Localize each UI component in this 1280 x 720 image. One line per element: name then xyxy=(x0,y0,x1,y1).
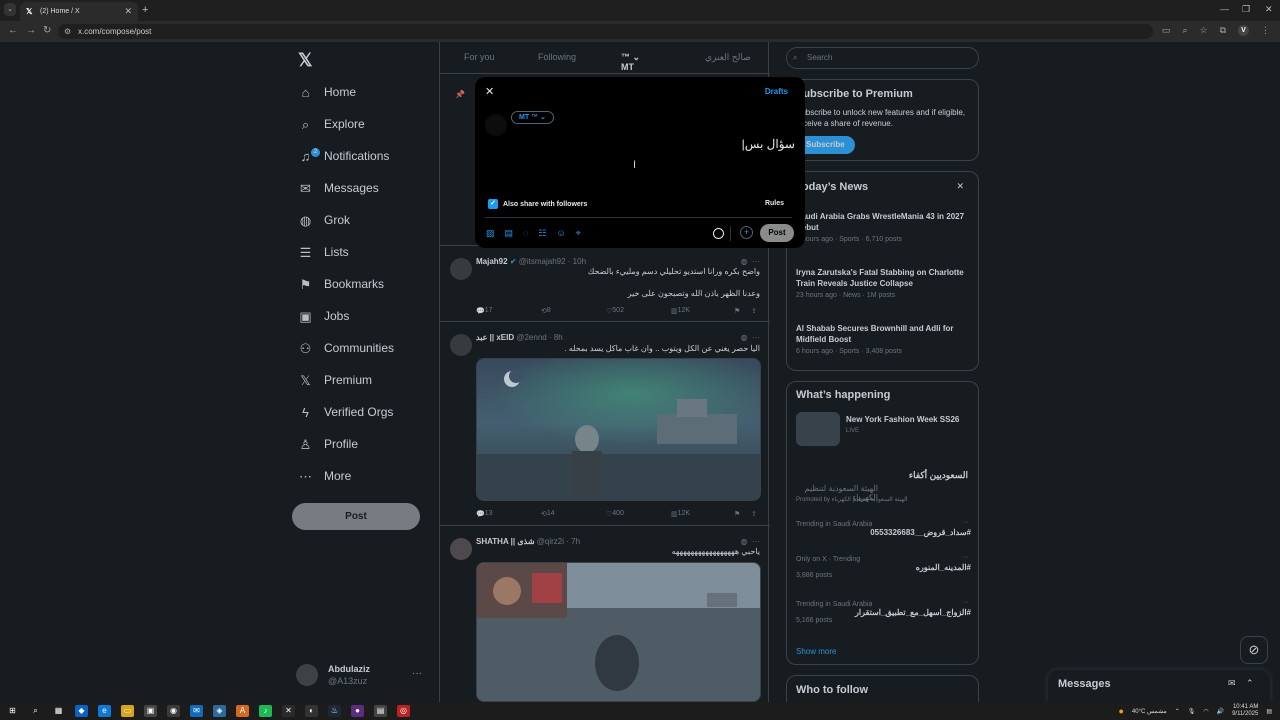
store-icon[interactable]: ▣ xyxy=(144,705,157,717)
xbox-icon[interactable]: ✕ xyxy=(282,705,295,717)
audience-selector[interactable]: MT ™ ⌄ xyxy=(511,111,554,124)
app-icon[interactable]: ◎ xyxy=(397,705,410,717)
minimize-icon[interactable]: — xyxy=(1220,4,1229,14)
grok-icon[interactable]: ◌ xyxy=(523,228,528,239)
emoji-icon[interactable]: ☺ xyxy=(556,228,565,239)
start-icon[interactable]: ⊞ xyxy=(6,705,19,717)
close-tab-icon[interactable]: ✕ xyxy=(124,6,132,17)
folder-icon[interactable]: ▭ xyxy=(121,705,134,717)
chrome-icon[interactable]: ◉ xyxy=(167,705,180,717)
steam-icon[interactable]: ♨ xyxy=(328,705,341,717)
edge-icon[interactable]: e xyxy=(98,705,111,717)
drafts-button[interactable]: Drafts xyxy=(765,87,788,96)
app-icon[interactable]: ◈ xyxy=(213,705,226,717)
spotify-icon[interactable]: ♪ xyxy=(259,705,272,717)
weather-icon: ● xyxy=(1118,706,1124,716)
browser-menu-icon[interactable]: ⋮ xyxy=(1261,25,1270,36)
zoom-icon[interactable]: ⌕ xyxy=(1182,25,1187,36)
x-favicon-icon: 𝕏 xyxy=(26,7,33,16)
app-icon[interactable]: ◐ xyxy=(305,705,318,717)
search-icon[interactable]: ⌕ xyxy=(29,705,42,717)
char-counter-ring xyxy=(713,228,724,239)
app-icon[interactable]: ▤ xyxy=(374,705,387,717)
text-cursor-icon: I xyxy=(633,159,637,171)
restore-icon[interactable]: ❐ xyxy=(1242,4,1250,15)
close-window-icon[interactable]: ✕ xyxy=(1265,4,1273,15)
profile-icon[interactable]: V xyxy=(1238,25,1249,36)
weather-text[interactable]: 40°C مشمس xyxy=(1132,708,1167,715)
close-icon[interactable]: ✕ xyxy=(485,85,494,98)
avatar xyxy=(485,114,507,136)
outlook-icon[interactable]: ✉ xyxy=(190,705,203,717)
divider xyxy=(485,217,792,218)
address-bar-row: ← → ↻ ⚙ x.com/compose/post ▭ ⌕ ☆ ⧉ V ⋮ xyxy=(0,21,1280,42)
image-icon[interactable]: ▨ xyxy=(486,228,495,239)
taskview-icon[interactable]: ▦ xyxy=(52,705,65,717)
obs-icon[interactable]: ● xyxy=(351,705,364,717)
compose-toolbar: ▨ ▤ ◌ ☷ ☺ ⌖ xyxy=(486,228,581,239)
compose-modal: ✕ Drafts MT ™ ⌄ سؤال بس| I ✓ Also share … xyxy=(475,77,805,248)
rules-link[interactable]: Rules xyxy=(765,200,784,207)
clock[interactable]: 10:41 AM 9/11/2025 xyxy=(1232,704,1258,718)
add-post-icon[interactable]: + xyxy=(740,226,753,239)
bookmark-star-icon[interactable]: ☆ xyxy=(1199,25,1207,36)
checkbox[interactable]: ✓ xyxy=(488,199,498,209)
forward-icon[interactable]: → xyxy=(26,25,36,36)
x-page: 𝕏 ⌂ Home ⌕ Explore ♫ 2 Notifications ✉ Messag… xyxy=(0,42,1280,702)
volume-icon[interactable]: 🔊 xyxy=(1217,708,1224,715)
app-icon[interactable]: ◆ xyxy=(75,705,88,717)
notification-center-icon[interactable]: ▤ xyxy=(1266,708,1272,715)
browser-tab[interactable]: 𝕏 (2) Home / X ✕ xyxy=(20,2,138,21)
new-tab-icon[interactable]: + xyxy=(142,4,148,16)
modal-post-button[interactable]: Post xyxy=(760,224,794,242)
url-text: x.com/compose/post xyxy=(78,27,152,36)
poll-icon[interactable]: ☷ xyxy=(538,228,546,239)
cast-icon[interactable]: ▭ xyxy=(1162,25,1171,36)
tray-chevron-icon[interactable]: ⌃ xyxy=(1175,708,1180,715)
app-icon[interactable]: A xyxy=(236,705,249,717)
location-icon[interactable]: ⌖ xyxy=(576,228,581,239)
tab-menu-icon[interactable]: ⌄ xyxy=(4,3,16,16)
site-info-icon[interactable]: ⚙ xyxy=(64,24,71,39)
taskbar: ⊞ ⌕ ▦ ◆ e ▭ ▣ ◉ ✉ ◈ A ♪ ✕ ◐ ♨ ● ▤ ◎ ● 40… xyxy=(0,702,1280,720)
extensions-icon[interactable]: ⧉ xyxy=(1220,25,1226,36)
divider xyxy=(730,226,731,241)
url-field[interactable]: ⚙ x.com/compose/post xyxy=(58,24,1153,39)
gif-icon[interactable]: ▤ xyxy=(505,228,514,239)
browser-tab-bar: ⌄ 𝕏 (2) Home / X ✕ + — ❐ ✕ xyxy=(0,0,1280,21)
share-with-followers[interactable]: ✓ Also share with followers xyxy=(488,199,587,209)
reload-icon[interactable]: ↻ xyxy=(43,25,51,36)
compose-textarea[interactable]: سؤال بس| xyxy=(742,137,795,151)
tab-title: (2) Home / X xyxy=(40,8,80,15)
wifi-icon[interactable]: ◠ xyxy=(1203,708,1208,715)
back-icon[interactable]: ← xyxy=(8,25,18,36)
mic-icon[interactable]: 🎙 xyxy=(1188,708,1196,715)
